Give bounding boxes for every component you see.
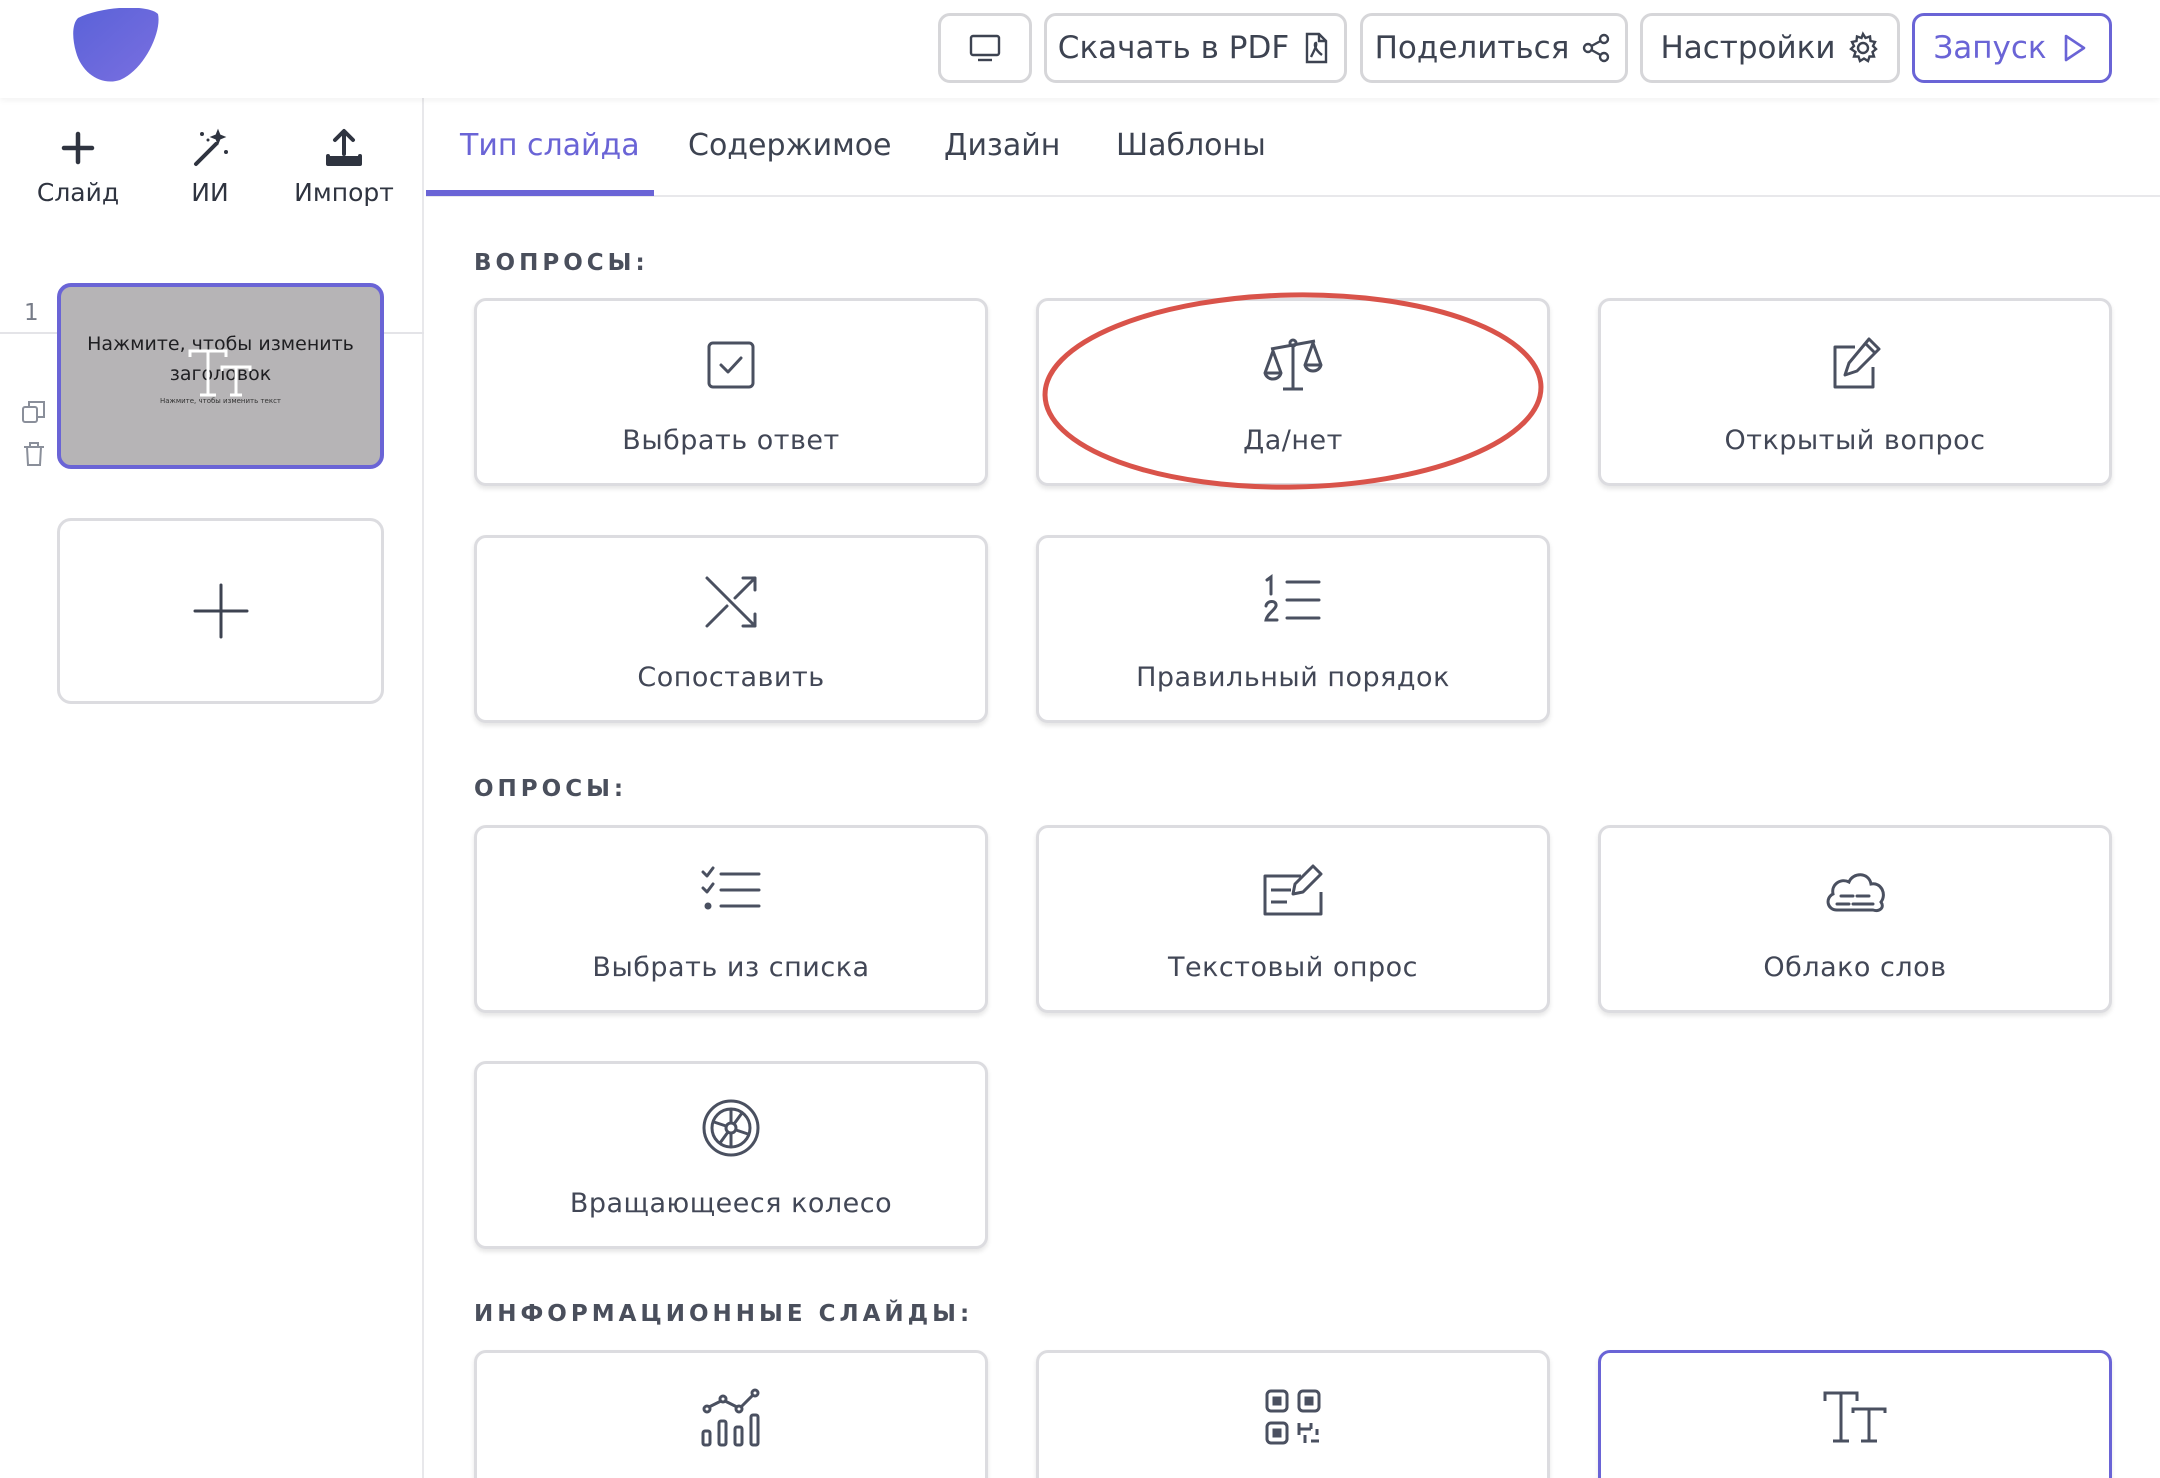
add-slide-button[interactable] xyxy=(57,518,384,704)
scales-icon xyxy=(1263,338,1323,391)
card-word-cloud[interactable]: Облако слов xyxy=(1598,825,2112,1013)
play-icon xyxy=(2064,34,2085,62)
text-tt-icon xyxy=(1823,1391,1887,1443)
card-label: Да/нет xyxy=(1243,425,1343,456)
card-correct-order[interactable]: Правильный порядок xyxy=(1036,535,1550,723)
chart-icon xyxy=(701,1388,760,1447)
launch-button[interactable]: Запуск xyxy=(1912,13,2112,83)
delete-slide-icon[interactable] xyxy=(20,440,48,468)
shuffle-icon xyxy=(705,576,757,628)
tab-design[interactable]: Дизайн xyxy=(944,128,1060,163)
edit-icon xyxy=(1833,337,1881,389)
card-label: Вращающееся колесо xyxy=(569,1188,893,1219)
tab-content[interactable]: Содержимое xyxy=(688,128,892,163)
settings-label: Настройки xyxy=(1660,30,1836,66)
section-title-questions: ВОПРОСЫ: xyxy=(474,250,649,276)
add-slide-tool[interactable]: Слайд xyxy=(36,126,120,207)
card-label: Открытый вопрос xyxy=(1724,425,1986,456)
section-title-info-slides: ИНФОРМАЦИОННЫЕ СЛАЙДЫ: xyxy=(474,1301,974,1327)
card-spinning-wheel[interactable]: Вращающееся колесо xyxy=(474,1061,988,1249)
card-label: Правильный порядок xyxy=(1136,662,1450,693)
ai-tool[interactable]: ИИ xyxy=(180,126,240,207)
card-qr-code[interactable] xyxy=(1036,1350,1550,1478)
active-tab-indicator xyxy=(426,190,654,196)
wheel-icon xyxy=(702,1099,760,1157)
slide-thumbnail[interactable]: Нажмите, чтобы изменить заголовок Нажмит… xyxy=(57,283,384,469)
numbered-list-icon xyxy=(1264,574,1321,622)
card-choose-answer[interactable]: Выбрать ответ xyxy=(474,298,988,486)
card-label: Облако слов xyxy=(1763,952,1947,983)
download-pdf-button[interactable]: Скачать в PDF xyxy=(1044,13,1347,83)
launch-label: Запуск xyxy=(1933,30,2047,66)
monitor-icon xyxy=(969,34,1001,62)
upload-icon xyxy=(326,129,362,166)
download-pdf-label: Скачать в PDF xyxy=(1057,30,1290,66)
card-chart[interactable] xyxy=(474,1350,988,1478)
pdf-file-icon xyxy=(1305,32,1328,64)
share-icon xyxy=(1583,33,1610,63)
text-poll-icon xyxy=(1263,864,1323,916)
present-view-button[interactable] xyxy=(938,13,1032,83)
section-title-polls: ОПРОСЫ: xyxy=(474,776,628,802)
qr-code-icon xyxy=(1265,1389,1321,1445)
import-tool-label: Импорт xyxy=(294,178,394,207)
slide-thumbnail-subtitle: Нажмите, чтобы изменить текст xyxy=(159,397,282,405)
share-label: Поделиться xyxy=(1374,30,1570,66)
plus-icon xyxy=(193,583,248,639)
card-label: Текстовый опрос xyxy=(1167,952,1419,983)
add-slide-tool-label: Слайд xyxy=(36,178,120,207)
checkbox-icon xyxy=(707,341,755,389)
tab-templates[interactable]: Шаблоны xyxy=(1116,128,1266,163)
gear-icon xyxy=(1848,31,1878,63)
share-button[interactable]: Поделиться xyxy=(1360,13,1628,83)
card-label: Выбрать ответ xyxy=(622,425,840,456)
card-open-question[interactable]: Открытый вопрос xyxy=(1598,298,2112,486)
slides-sidebar: Слайд ИИ Импорт 1 Нажмите, чтобы изменит… xyxy=(0,98,424,1478)
card-text-slide[interactable] xyxy=(1598,1350,2112,1478)
card-yes-no[interactable]: Да/нет xyxy=(1036,298,1550,486)
slide-number: 1 xyxy=(24,300,39,326)
app-logo[interactable] xyxy=(72,8,160,83)
import-tool[interactable]: Импорт xyxy=(294,126,394,207)
duplicate-slide-icon[interactable] xyxy=(20,398,48,426)
card-label: Выбрать из списка xyxy=(592,952,870,983)
top-bar: Скачать в PDF Поделиться Настройки Запус… xyxy=(0,0,2160,98)
settings-button[interactable]: Настройки xyxy=(1640,13,1900,83)
ai-tool-label: ИИ xyxy=(191,178,229,207)
plus-icon xyxy=(61,131,95,165)
checklist-icon xyxy=(701,866,761,910)
card-match[interactable]: Сопоставить xyxy=(474,535,988,723)
card-text-poll[interactable]: Текстовый опрос xyxy=(1036,825,1550,1013)
card-label: Сопоставить xyxy=(637,662,825,693)
text-tt-icon xyxy=(188,349,252,397)
magic-wand-icon xyxy=(194,128,228,166)
cloud-icon xyxy=(1826,873,1885,912)
editor-tabs: Тип слайда Содержимое Дизайн Шаблоны xyxy=(426,98,2160,197)
card-choose-from-list[interactable]: Выбрать из списка xyxy=(474,825,988,1013)
tab-slide-type[interactable]: Тип слайда xyxy=(460,128,640,163)
